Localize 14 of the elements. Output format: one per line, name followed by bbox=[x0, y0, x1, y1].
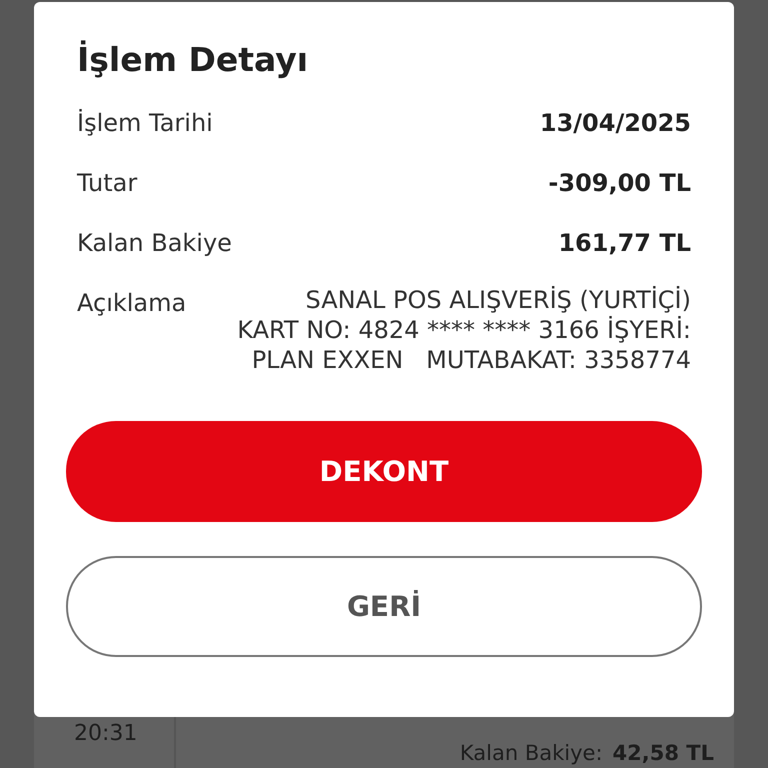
description-text: SANAL POS ALIŞVERİŞ (YURTİÇİ) KART NO: 4824 **** **** 3166 İŞYERİ: PLAN EXXEN MUTABAKAT: 3358774 bbox=[237, 285, 691, 375]
field-value: 161,77 TL bbox=[558, 229, 691, 257]
field-label: Tutar bbox=[77, 169, 138, 197]
field-value: 13/04/2025 bbox=[540, 109, 691, 137]
field-label: Açıklama bbox=[77, 289, 186, 317]
back-button[interactable]: GERİ bbox=[66, 556, 702, 657]
field-value: -309,00 TL bbox=[548, 169, 691, 197]
field-label: İşlem Tarihi bbox=[77, 109, 213, 137]
receipt-button[interactable]: DEKONT bbox=[66, 421, 702, 522]
dialog-title: İşlem Detayı bbox=[77, 40, 310, 79]
transaction-time: 20:31 bbox=[74, 721, 138, 746]
balance-label: Kalan Bakiye: bbox=[460, 741, 603, 765]
field-label: Kalan Bakiye bbox=[77, 229, 232, 257]
balance-value: 42,58 TL bbox=[612, 741, 714, 765]
